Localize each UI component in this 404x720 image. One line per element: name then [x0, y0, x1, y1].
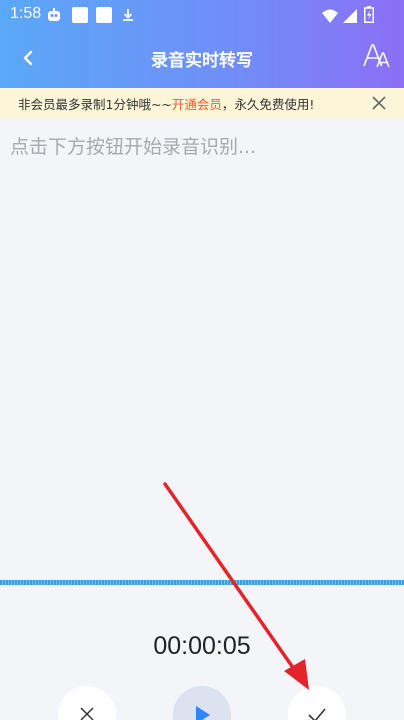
page-title: 录音实时转写	[151, 51, 253, 71]
cancel-button[interactable]	[58, 686, 116, 720]
font-size-icon[interactable]	[362, 42, 390, 70]
banner-text-suffix: ，永久免费使用!	[221, 96, 315, 112]
check-icon	[308, 708, 326, 720]
open-membership-link[interactable]: 开通会员	[172, 94, 222, 113]
membership-banner: 非会员最多录制1分钟哦~~ 开通会员 ，永久免费使用!	[0, 88, 404, 118]
x-icon	[80, 707, 94, 720]
signal-icon	[343, 9, 357, 23]
battery-icon	[364, 6, 374, 23]
play-icon	[196, 706, 210, 720]
confirm-button[interactable]	[288, 686, 346, 720]
play-button[interactable]	[173, 686, 231, 720]
transcript-placeholder: 点击下方按钮开始录音识别...	[10, 136, 257, 158]
banner-text: 非会员最多录制1分钟哦~~	[18, 96, 172, 112]
recording-timer: 00:00:05	[153, 632, 251, 660]
close-icon[interactable]	[370, 94, 388, 112]
robot-notification-icon	[48, 8, 60, 21]
download-icon	[123, 9, 133, 21]
status-time: 1:58	[10, 5, 42, 22]
header: 1:58 录音实时转写	[0, 0, 404, 88]
wifi-icon	[322, 9, 338, 23]
notification-square-icon	[72, 7, 88, 23]
status-bar: 1:58	[0, 0, 404, 30]
nav-bar: 录音实时转写	[0, 38, 404, 80]
notification-square-icon	[96, 7, 112, 23]
audio-waveform	[0, 580, 404, 585]
